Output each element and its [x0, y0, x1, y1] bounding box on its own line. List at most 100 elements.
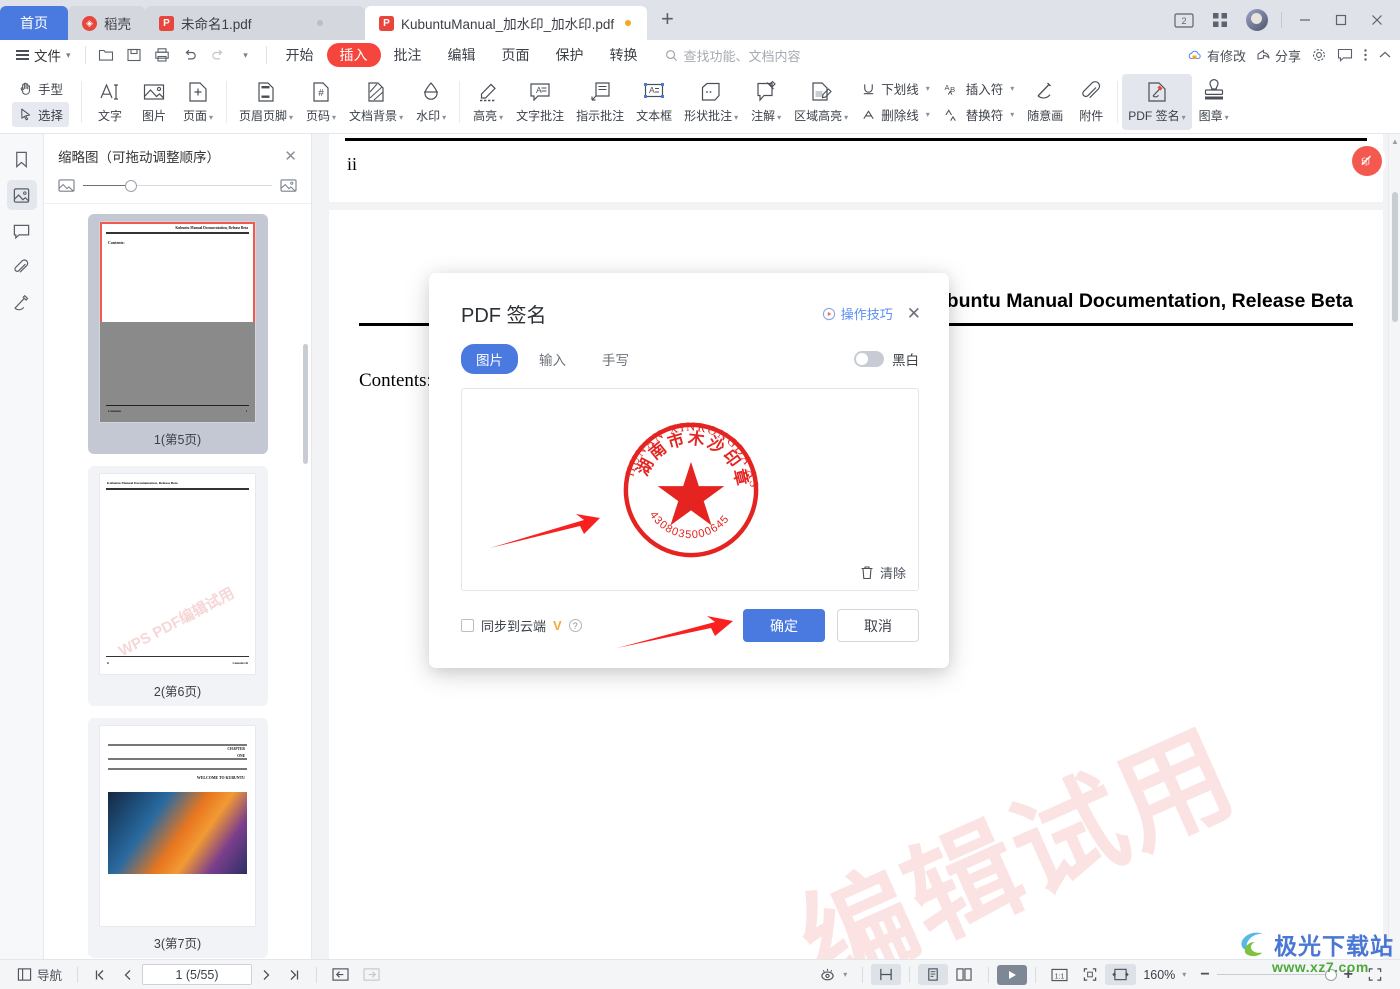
page-number-button[interactable]: # 页码 ▾: [299, 74, 343, 130]
confirm-button[interactable]: 确定: [743, 609, 825, 642]
hand-mode-button[interactable]: 手型: [12, 76, 69, 101]
more-menu-button[interactable]: [1363, 47, 1368, 63]
watermark-button[interactable]: 水印 ▾: [409, 74, 453, 130]
tab-handwrite[interactable]: 手写: [587, 344, 644, 374]
header-footer-button[interactable]: 页眉页脚 ▾: [233, 74, 299, 130]
zoom-level-button[interactable]: 160% ▾: [1136, 965, 1193, 985]
stamp-button[interactable]: 图章 ▾: [1192, 74, 1236, 130]
prev-page-button[interactable]: [114, 965, 142, 985]
attachment-button[interactable]: 附件: [1069, 74, 1113, 130]
replace-button[interactable]: 替换符 ▾: [939, 103, 1020, 126]
large-thumbnail-icon[interactable]: [280, 178, 297, 193]
grid-icon[interactable]: [1203, 5, 1237, 35]
single-page-button[interactable]: [918, 964, 949, 985]
menu-item-start[interactable]: 开始: [273, 43, 327, 67]
insert-text-button[interactable]: 文字: [88, 74, 132, 130]
list-item[interactable]: CHAPTER ONE WELCOME TO KUBUNTU 3(第7页): [87, 718, 268, 958]
freehand-button[interactable]: 随意画: [1021, 74, 1069, 130]
insert-page-button[interactable]: 页面 ▾: [176, 74, 220, 130]
split-view-button[interactable]: [871, 964, 902, 985]
strikethrough-button[interactable]: 删除线 ▾: [856, 103, 935, 126]
textbox-button[interactable]: A 文本框: [630, 74, 678, 130]
page-indicator-input[interactable]: 1 (5/55): [142, 964, 253, 985]
select-mode-button[interactable]: 选择: [12, 102, 70, 127]
caret-insert-button[interactable]: AB 插入符 ▾: [939, 77, 1020, 100]
pdf-sign-button[interactable]: PDF 签名 ▾: [1122, 73, 1192, 130]
rail-item-bookmark[interactable]: [7, 144, 37, 174]
rail-item-signature[interactable]: [7, 288, 37, 318]
actual-size-button[interactable]: 1:1: [1044, 965, 1075, 985]
avatar[interactable]: [1246, 9, 1268, 31]
underline-button[interactable]: 下划线 ▾: [856, 77, 935, 100]
list-item[interactable]: Kubuntu Manual Documentation, Release Be…: [87, 466, 268, 706]
fit-width-button[interactable]: [1105, 964, 1137, 985]
close-icon[interactable]: ✕: [907, 305, 921, 322]
tab-input[interactable]: 输入: [524, 344, 581, 374]
help-icon[interactable]: ?: [568, 619, 582, 632]
slider-knob[interactable]: [124, 179, 137, 192]
zoom-slider[interactable]: [1216, 968, 1337, 981]
tab-count-badge[interactable]: 2: [1167, 5, 1201, 35]
clear-button[interactable]: 清除: [860, 563, 906, 582]
sync-to-cloud-checkbox[interactable]: 同步到云端 V ?: [461, 616, 582, 635]
collapse-ribbon-button[interactable]: [1378, 49, 1392, 61]
insert-image-button[interactable]: 图片: [132, 74, 176, 130]
new-tab-button[interactable]: +: [647, 8, 688, 32]
thumbnail-list[interactable]: Kubuntu Manual Documentation, Release Be…: [44, 204, 311, 989]
menu-item-convert[interactable]: 转换: [597, 43, 651, 67]
checkbox-box[interactable]: [461, 619, 474, 632]
text-comment-button[interactable]: A 文字批注: [510, 74, 570, 130]
pointer-comment-button[interactable]: 指示批注: [570, 74, 630, 130]
list-item[interactable]: Kubuntu Manual Documentation, Release Be…: [87, 214, 268, 454]
vertical-scrollbar[interactable]: ▲: [1388, 134, 1400, 989]
comment-button[interactable]: [1337, 48, 1353, 62]
highlight-button[interactable]: 高亮 ▾: [466, 74, 510, 130]
small-thumbnail-icon[interactable]: [58, 178, 75, 193]
more-quick-tools-icon[interactable]: ▾: [232, 42, 260, 68]
share-button[interactable]: 分享: [1256, 46, 1301, 65]
rail-item-comment[interactable]: [7, 216, 37, 246]
tab-image[interactable]: 图片: [461, 344, 518, 374]
menu-item-page[interactable]: 页面: [489, 43, 543, 67]
annotation-button[interactable]: 注解 ▾: [744, 74, 788, 130]
tab-docer[interactable]: ◈ 稻壳: [68, 6, 145, 40]
undo-icon[interactable]: [176, 42, 204, 68]
forward-button[interactable]: [356, 964, 387, 985]
next-page-button[interactable]: [252, 965, 280, 985]
zoom-in-button[interactable]: +: [1337, 963, 1360, 987]
fit-page-button[interactable]: [1075, 964, 1105, 985]
thumbnail-scrollbar[interactable]: [303, 344, 308, 464]
menu-item-edit[interactable]: 编辑: [435, 43, 489, 67]
seal-badge-button[interactable]: 印: [1352, 146, 1382, 176]
signature-preview-canvas[interactable]: HUNAN XINRONGDA ASSET ENALUATION CO., LT…: [461, 388, 919, 591]
print-icon[interactable]: [148, 42, 176, 68]
redo-icon[interactable]: [204, 42, 232, 68]
file-menu-button[interactable]: 文件 ▾: [8, 42, 79, 68]
presentation-button[interactable]: [997, 964, 1028, 985]
last-page-button[interactable]: [280, 965, 308, 985]
back-button[interactable]: [325, 964, 356, 985]
black-white-toggle[interactable]: [854, 351, 884, 367]
close-icon[interactable]: ✕: [284, 147, 297, 165]
first-page-button[interactable]: [86, 965, 114, 985]
navigation-toggle[interactable]: 导航: [10, 962, 69, 987]
tab-home[interactable]: 首页: [0, 6, 68, 40]
rail-item-attachment[interactable]: [7, 252, 37, 282]
close-button[interactable]: [1360, 5, 1394, 35]
area-highlight-button[interactable]: 区域高亮 ▾: [788, 74, 854, 130]
tab-untitled-pdf[interactable]: P 未命名1.pdf: [145, 6, 365, 40]
rail-item-thumbnail[interactable]: [6, 180, 37, 210]
scroll-up-arrow[interactable]: ▲: [1391, 137, 1399, 146]
menu-item-protect[interactable]: 保护: [543, 43, 597, 67]
shape-comment-button[interactable]: 形状批注 ▾: [678, 74, 744, 130]
minimize-button[interactable]: [1288, 5, 1322, 35]
document-background-button[interactable]: 文档背景 ▾: [343, 74, 409, 130]
search-input[interactable]: 查找功能、文档内容: [665, 46, 801, 65]
save-icon[interactable]: [120, 42, 148, 68]
open-icon[interactable]: [92, 42, 120, 68]
zoom-out-button[interactable]: −: [1193, 963, 1216, 987]
maximize-button[interactable]: [1324, 5, 1358, 35]
settings-button[interactable]: [1311, 47, 1327, 63]
menu-item-annotate[interactable]: 批注: [381, 43, 435, 67]
thumbnail-size-slider[interactable]: [83, 179, 272, 192]
